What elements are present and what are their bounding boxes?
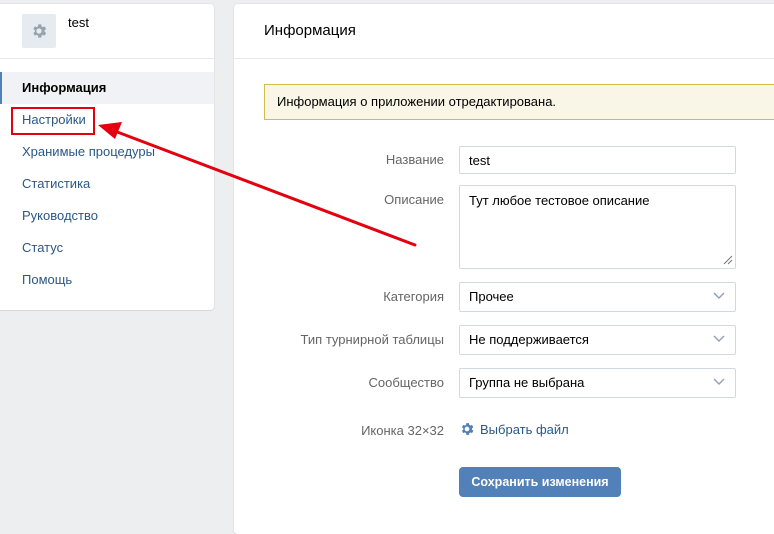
chevron-down-icon [713, 378, 725, 385]
name-input[interactable] [459, 146, 736, 174]
icon-label: Иконка 32×32 [361, 423, 444, 438]
app-header: test [0, 4, 214, 59]
save-button[interactable]: Сохранить изменения [459, 467, 621, 497]
sidebar: test Информация Настройки Хранимые проце… [0, 4, 214, 310]
leaderboard-label: Тип турнирной таблицы [300, 332, 444, 347]
gear-icon [33, 24, 47, 38]
category-label: Категория [383, 289, 444, 304]
page-title: Информация [264, 22, 356, 39]
success-notice: Информация о приложении отредактирована. [264, 84, 774, 120]
chevron-down-icon [713, 292, 725, 299]
community-select[interactable]: Группа не выбрана [459, 368, 736, 398]
description-textarea[interactable]: Тут любое тестовое описание [459, 185, 736, 269]
sidebar-item-statistics[interactable]: Статистика [0, 168, 214, 200]
sidebar-item-info[interactable]: Информация [0, 72, 214, 104]
category-value: Прочее [469, 289, 514, 304]
choose-file-link[interactable]: Выбрать файл [459, 421, 569, 437]
leaderboard-select[interactable]: Не поддерживается [459, 325, 736, 355]
app-avatar[interactable] [22, 14, 56, 48]
main-header: Информация [234, 4, 774, 59]
community-label: Сообщество [368, 375, 444, 390]
sidebar-item-guide[interactable]: Руководство [0, 200, 214, 232]
app-name: test [68, 15, 89, 30]
choose-file-label: Выбрать файл [480, 421, 569, 437]
resize-handle-icon[interactable] [723, 255, 733, 265]
sidebar-item-status[interactable]: Статус [0, 232, 214, 264]
sidebar-item-stored-procedures[interactable]: Хранимые процедуры [0, 136, 214, 168]
sidebar-item-help[interactable]: Помощь [0, 264, 214, 296]
gear-icon [461, 423, 474, 435]
description-label: Описание [384, 192, 444, 207]
leaderboard-value: Не поддерживается [469, 332, 589, 347]
name-label: Название [385, 152, 444, 167]
main-panel: Информация Информация о приложении отред… [234, 4, 774, 534]
sidebar-nav: Информация Настройки Хранимые процедуры … [0, 72, 214, 296]
community-value: Группа не выбрана [469, 375, 585, 390]
category-select[interactable]: Прочее [459, 282, 736, 312]
sidebar-item-settings[interactable]: Настройки [0, 104, 214, 136]
chevron-down-icon [713, 335, 725, 342]
